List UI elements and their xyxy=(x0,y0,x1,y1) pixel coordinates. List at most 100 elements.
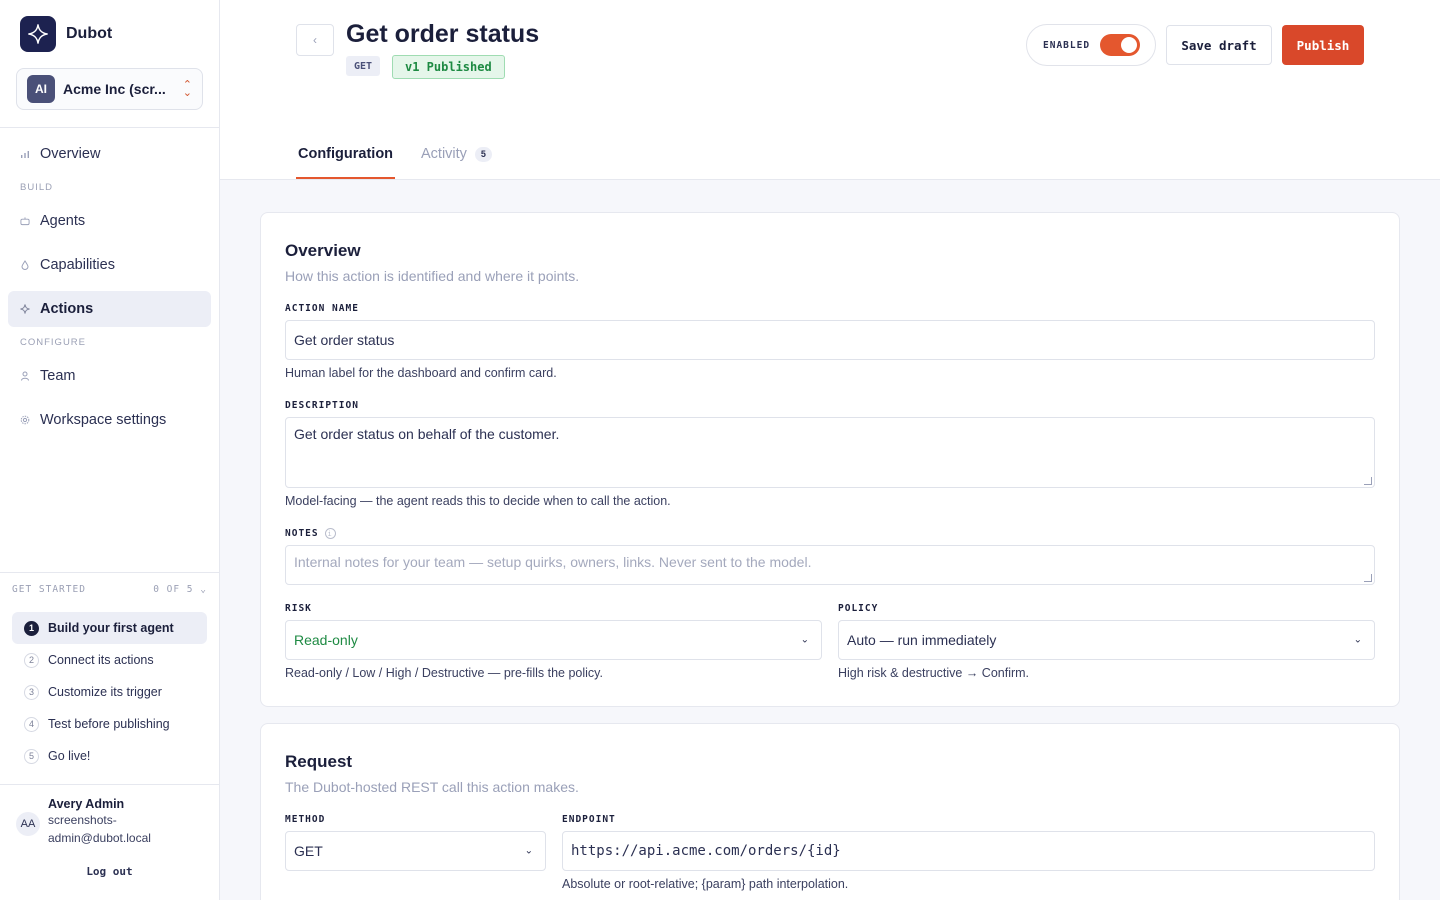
workspace-avatar: AI xyxy=(27,75,55,103)
textarea-value: Get order status on behalf of the custom… xyxy=(294,426,560,442)
notes-label: NOTES i xyxy=(285,528,336,539)
sidebar-item-workspace-settings[interactable]: Workspace settings xyxy=(8,402,211,438)
sidebar: Dubot AI Acme Inc (scr... ⌃ ⌄ Overview BU… xyxy=(0,0,220,900)
request-card: Request The Dubot-hosted REST call this … xyxy=(260,723,1400,900)
brand[interactable]: Dubot xyxy=(20,16,112,52)
step-label: Connect its actions xyxy=(48,653,154,667)
notes-textarea[interactable]: Internal notes for your team — setup qui… xyxy=(285,545,1375,585)
description-label: DESCRIPTION xyxy=(285,400,359,411)
tab-configuration[interactable]: Configuration xyxy=(298,146,393,162)
enabled-toggle[interactable] xyxy=(1100,34,1141,56)
method-badge: GET xyxy=(346,56,381,76)
step-label: Build your first agent xyxy=(48,621,174,635)
avatar: AA xyxy=(16,812,40,836)
select-value: Read-only xyxy=(294,632,358,648)
sidebar-item-label: Team xyxy=(40,368,76,384)
logout-button[interactable]: Log out xyxy=(0,865,219,878)
chevron-down-icon: ⌄ xyxy=(1353,634,1362,646)
get-started-progress: 0 OF 5 ⌄ xyxy=(153,584,207,595)
input-value: https://api.acme.com/orders/{id} xyxy=(571,843,841,859)
select-value: Auto — run immediately xyxy=(847,632,997,648)
action-name-help: Human label for the dashboard and confir… xyxy=(285,366,557,380)
step-number: 1 xyxy=(24,620,39,636)
policy-label: POLICY xyxy=(838,603,879,614)
toggle-knob xyxy=(1121,37,1138,53)
chevron-left-icon: ‹ xyxy=(313,33,317,47)
method-select[interactable]: GET ⌄ xyxy=(285,831,546,871)
endpoint-label: ENDPOINT xyxy=(562,814,616,825)
active-tab-indicator xyxy=(296,177,395,179)
sidebar-item-label: Actions xyxy=(40,301,94,317)
sidebar-item-team[interactable]: Team xyxy=(8,358,211,394)
description-help: Model-facing — the agent reads this to d… xyxy=(285,494,671,508)
resize-handle-icon[interactable] xyxy=(1364,574,1372,582)
user-name: Avery Admin xyxy=(48,797,125,811)
section-label-build: BUILD xyxy=(20,182,53,193)
risk-select[interactable]: Read-only ⌄ xyxy=(285,620,822,660)
overview-card: Overview How this action is identified a… xyxy=(260,212,1400,707)
enabled-toggle-group: ENABLED xyxy=(1026,24,1156,66)
robot-icon xyxy=(20,216,30,226)
method-label: METHOD xyxy=(285,814,326,825)
get-started-step[interactable]: 1 Build your first agent xyxy=(12,612,207,644)
sidebar-item-agents[interactable]: Agents xyxy=(8,203,211,239)
step-label: Customize its trigger xyxy=(48,685,162,699)
sidebar-item-actions[interactable]: Actions xyxy=(8,291,211,327)
description-textarea[interactable]: Get order status on behalf of the custom… xyxy=(285,417,1375,488)
page-title: Get order status xyxy=(346,20,540,48)
risk-label: RISK xyxy=(285,603,312,614)
input-value: Get order status xyxy=(294,332,395,348)
count-badge: 5 xyxy=(474,146,492,162)
select-value: GET xyxy=(294,843,323,859)
step-number: 3 xyxy=(24,684,39,700)
chevron-down-icon: ⌄ xyxy=(800,634,809,646)
back-button[interactable]: ‹ xyxy=(296,24,334,56)
enabled-label: ENABLED xyxy=(1043,39,1091,51)
sparkle-icon xyxy=(20,304,30,314)
get-started-step[interactable]: 3 Customize its trigger xyxy=(12,676,207,708)
user-email: screenshots-admin@dubot.local xyxy=(48,813,151,845)
policy-help: High risk & destructive → Confirm. xyxy=(838,666,1030,680)
publish-button[interactable]: Publish xyxy=(1282,25,1364,65)
sidebar-item-label: Workspace settings xyxy=(40,412,167,428)
user-icon xyxy=(20,371,30,381)
action-name-label: ACTION NAME xyxy=(285,303,359,314)
sidebar-item-overview[interactable]: Overview xyxy=(8,136,211,172)
sidebar-item-label: Capabilities xyxy=(40,257,115,273)
step-label: Go live! xyxy=(48,749,91,763)
tab-activity[interactable]: Activity 5 xyxy=(421,146,492,162)
endpoint-input[interactable]: https://api.acme.com/orders/{id} xyxy=(562,831,1375,871)
card-subtitle: The Dubot-hosted REST call this action m… xyxy=(285,779,579,795)
sidebar-divider xyxy=(0,127,219,128)
get-started-step[interactable]: 4 Test before publishing xyxy=(12,708,207,740)
status-badge: v1 Published xyxy=(392,55,505,79)
sidebar-item-capabilities[interactable]: Capabilities xyxy=(8,247,211,283)
policy-select[interactable]: Auto — run immediately ⌄ xyxy=(838,620,1375,660)
get-started-step[interactable]: 2 Connect its actions xyxy=(12,644,207,676)
card-subtitle: How this action is identified and where … xyxy=(285,268,580,284)
brand-name: Dubot xyxy=(66,25,113,42)
bar-chart-icon xyxy=(20,149,30,159)
tab-label: Activity xyxy=(421,146,467,162)
info-icon[interactable]: i xyxy=(324,528,336,539)
get-started-header[interactable]: GET STARTED 0 OF 5 ⌄ xyxy=(12,584,207,595)
gear-icon xyxy=(20,415,30,425)
drop-icon xyxy=(20,260,30,270)
endpoint-help: Absolute or root-relative; {param} path … xyxy=(562,877,849,891)
card-title: Request xyxy=(285,752,353,771)
chevron-up-down-icon: ⌃ ⌄ xyxy=(182,79,192,99)
workspace-switcher[interactable]: AI Acme Inc (scr... ⌃ ⌄ xyxy=(16,68,203,110)
page-header: ‹ Get order status GET v1 Published ENAB… xyxy=(220,0,1440,180)
user-profile: AA Avery Admin screenshots-admin@dubot.l… xyxy=(16,797,178,847)
textarea-placeholder: Internal notes for your team — setup qui… xyxy=(294,554,812,570)
sparkle-logo-icon xyxy=(20,16,56,52)
get-started-step[interactable]: 5 Go live! xyxy=(12,740,207,772)
step-number: 4 xyxy=(24,716,39,732)
action-name-input[interactable]: Get order status xyxy=(285,320,1375,360)
get-started-label: GET STARTED xyxy=(12,584,86,595)
save-draft-button[interactable]: Save draft xyxy=(1166,25,1272,65)
chevron-down-icon: ⌄ xyxy=(200,584,207,595)
resize-handle-icon[interactable] xyxy=(1364,477,1372,485)
card-title: Overview xyxy=(285,241,361,260)
workspace-name: Acme Inc (scr... xyxy=(63,81,166,97)
